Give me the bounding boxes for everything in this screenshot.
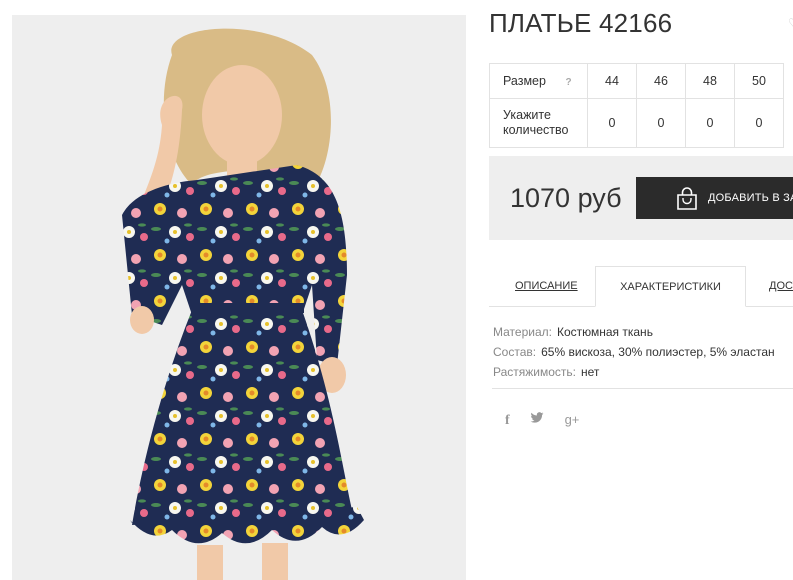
quantity-label-line2: количество bbox=[503, 123, 569, 137]
twitter-icon[interactable] bbox=[530, 412, 544, 427]
favorite-icon[interactable]: ♡ bbox=[788, 16, 793, 30]
section-divider bbox=[492, 388, 793, 389]
price-panel: 1070 руб ДОБАВИТЬ В ЗА bbox=[489, 156, 793, 240]
quantity-row: Укажите количество 0 0 0 0 bbox=[489, 98, 784, 148]
tab-characteristics[interactable]: ХАРАКТЕРИСТИКИ bbox=[595, 266, 746, 307]
product-photo[interactable] bbox=[12, 15, 466, 580]
quantity-input-50[interactable]: 0 bbox=[734, 98, 784, 148]
spec-key: Состав: bbox=[493, 345, 537, 359]
size-label-cell: Размер ? bbox=[489, 63, 588, 99]
quantity-label-line1: Укажите bbox=[503, 108, 551, 122]
add-to-cart-button[interactable]: ДОБАВИТЬ В ЗА bbox=[636, 177, 793, 219]
size-46: 46 bbox=[636, 63, 686, 99]
size-48: 48 bbox=[685, 63, 735, 99]
price: 1070 руб bbox=[510, 183, 622, 213]
quantity-label-cell: Укажите количество bbox=[489, 98, 588, 148]
facebook-icon[interactable]: f bbox=[505, 413, 510, 429]
tab-delivery[interactable]: ДОСТ bbox=[769, 266, 793, 306]
help-icon[interactable]: ? bbox=[565, 77, 571, 88]
size-50: 50 bbox=[734, 63, 784, 99]
quantity-input-48[interactable]: 0 bbox=[685, 98, 735, 148]
spec-key: Растяжимость: bbox=[493, 365, 577, 379]
spec-value: нет bbox=[581, 365, 600, 379]
size-row: Размер ? 44 46 48 50 bbox=[489, 63, 784, 99]
size-label: Размер bbox=[503, 74, 546, 88]
social-share: f g+ bbox=[505, 411, 595, 431]
specs-list: Материал: Костюмная ткань Состав: 65% виск… bbox=[493, 322, 775, 382]
spec-value: Костюмная ткань bbox=[556, 325, 653, 339]
size-44: 44 bbox=[587, 63, 637, 99]
product-details: ПЛАТЬЕ 42166 ♡ Размер ? 44 46 48 50 Укаж… bbox=[489, 0, 793, 580]
quantity-input-44[interactable]: 0 bbox=[587, 98, 637, 148]
product-tabs: ОПИСАНИЕ ХАРАКТЕРИСТИКИ ДОСТ bbox=[489, 266, 793, 307]
tab-description[interactable]: ОПИСАНИЕ bbox=[515, 266, 578, 306]
add-to-cart-label: ДОБАВИТЬ В ЗА bbox=[708, 192, 793, 204]
size-table: Размер ? 44 46 48 50 Укажите количество … bbox=[489, 63, 784, 148]
spec-composition: Состав: 65% вискоза, 30% полиэстер, 5% эл… bbox=[493, 342, 775, 362]
quantity-label: Укажите количество bbox=[503, 108, 568, 138]
twitter-bird-icon bbox=[530, 412, 544, 423]
product-title: ПЛАТЬЕ 42166 bbox=[489, 8, 673, 38]
dress-image bbox=[12, 15, 466, 580]
quantity-input-46[interactable]: 0 bbox=[636, 98, 686, 148]
shopping-bag-icon bbox=[677, 187, 697, 210]
spec-value: 65% вискоза, 30% полиэстер, 5% эластан bbox=[541, 345, 775, 359]
googleplus-icon[interactable]: g+ bbox=[565, 412, 580, 427]
spec-key: Материал: bbox=[493, 325, 552, 339]
spec-stretch: Растяжимость: нет bbox=[493, 362, 775, 382]
spec-material: Материал: Костюмная ткань bbox=[493, 322, 775, 342]
